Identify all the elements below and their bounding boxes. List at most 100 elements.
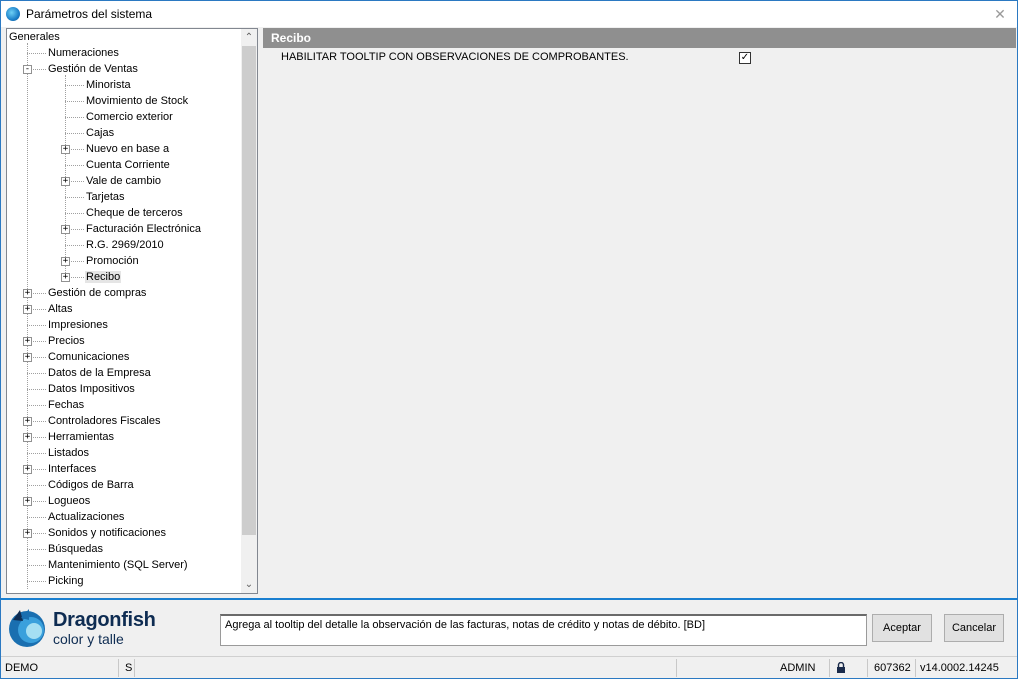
tree-item-label: Comercio exterior — [86, 111, 173, 123]
tree-item-label: Minorista — [86, 79, 131, 91]
tree-item[interactable]: Gestión de compras — [47, 286, 147, 302]
tree-item-label: Cuenta Corriente — [86, 159, 170, 171]
tree-connector-line — [27, 453, 46, 454]
expand-icon[interactable]: + — [61, 257, 70, 266]
tree-item-label: Numeraciones — [48, 47, 119, 59]
tree-item[interactable]: Logueos — [47, 494, 91, 510]
tree-item-label: Datos Impositivos — [48, 383, 135, 395]
expand-icon[interactable]: + — [23, 417, 32, 426]
tree-item[interactable]: Mantenimiento (SQL Server) — [47, 558, 189, 574]
tree-item-label: Nuevo en base a — [86, 143, 170, 155]
expand-icon[interactable]: + — [23, 337, 32, 346]
tree-item[interactable]: Numeraciones — [47, 46, 120, 62]
tree-item-label: Gestión de Ventas — [48, 63, 138, 75]
tree-item[interactable]: Fechas — [47, 398, 85, 414]
tree-connector-line — [27, 53, 46, 54]
scroll-up-icon[interactable]: ⌃ — [241, 29, 257, 46]
expand-icon[interactable]: + — [61, 145, 70, 154]
accept-button[interactable]: Aceptar — [872, 614, 932, 642]
tree-item[interactable]: Promoción — [85, 254, 140, 270]
tree-connector-line — [27, 581, 46, 582]
tree-item[interactable]: Minorista — [85, 78, 132, 94]
tree-item[interactable]: Recibo — [85, 270, 122, 286]
close-button[interactable]: ✕ — [991, 5, 1009, 23]
tree-item[interactable]: Herramientas — [47, 430, 115, 446]
expand-icon[interactable]: + — [61, 225, 70, 234]
tooltip-option-checkbox[interactable]: ✓ — [739, 52, 751, 64]
tree-item[interactable]: Sonidos y notificaciones — [47, 526, 167, 542]
tree-connector-line — [65, 245, 84, 246]
footer-area: Dragonfish color y talle Agrega al toolt… — [1, 598, 1017, 656]
expand-icon[interactable]: + — [23, 433, 32, 442]
tree-item[interactable]: Datos de la Empresa — [47, 366, 152, 382]
expand-icon[interactable]: + — [23, 529, 32, 538]
tree-item[interactable]: Facturación Electrónica — [85, 222, 202, 238]
tree-item[interactable]: Actualizaciones — [47, 510, 125, 526]
tree-item[interactable]: Nuevo en base a — [85, 142, 170, 158]
tree-item-label: Fechas — [48, 399, 85, 411]
expand-icon[interactable]: + — [61, 273, 70, 282]
title-bar: Parámetros del sistema ✕ — [1, 1, 1017, 27]
expand-icon[interactable]: + — [23, 305, 32, 314]
tree-item-label: Tarjetas — [86, 191, 125, 203]
tree-item[interactable]: Cajas — [85, 126, 115, 142]
status-number: 607362 — [870, 659, 916, 677]
tree-connector-line — [65, 165, 84, 166]
app-logo-icon — [6, 7, 20, 21]
status-version: v14.0002.14245 — [920, 662, 999, 674]
tree-item[interactable]: Altas — [47, 302, 73, 318]
tree-root-item[interactable]: Generales — [9, 31, 60, 43]
tree-connector-line — [65, 85, 84, 86]
tree-connector-line — [27, 565, 46, 566]
tree-item[interactable]: Listados — [47, 446, 90, 462]
tooltip-option-label: HABILITAR TOOLTIP CON OBSERVACIONES DE C… — [281, 51, 629, 63]
tree-item-label: Búsquedas — [48, 543, 104, 555]
tree-item[interactable]: Tarjetas — [85, 190, 126, 206]
tree-scrollbar[interactable]: ⌃ ⌄ — [241, 29, 257, 593]
scroll-down-icon[interactable]: ⌄ — [241, 576, 257, 593]
tree-item-label: Sonidos y notificaciones — [48, 527, 167, 539]
status-user: ADMIN — [776, 659, 830, 677]
tree-item[interactable]: Cheque de terceros — [85, 206, 184, 222]
collapse-icon[interactable]: - — [23, 65, 32, 74]
tree-item[interactable]: Comunicaciones — [47, 350, 130, 366]
expand-icon[interactable]: + — [23, 353, 32, 362]
tree-connector-line — [27, 485, 46, 486]
tree-item-label: Actualizaciones — [48, 511, 125, 523]
tree-item-label: Herramientas — [48, 431, 115, 443]
tree-item-label: Promoción — [86, 255, 139, 267]
expand-icon[interactable]: + — [23, 497, 32, 506]
tree-item[interactable]: Comercio exterior — [85, 110, 174, 126]
tree-item[interactable]: R.G. 2969/2010 — [85, 238, 165, 254]
tree-item[interactable]: Datos Impositivos — [47, 382, 136, 398]
tree-item-label: R.G. 2969/2010 — [86, 239, 164, 251]
tree-item[interactable]: Vale de cambio — [85, 174, 162, 190]
tree-item[interactable]: Movimiento de Stock — [85, 94, 189, 110]
status-lock — [832, 659, 868, 677]
expand-icon[interactable]: + — [23, 465, 32, 474]
parameters-tree[interactable]: Generales Numeraciones - Gestión de Ventas… — [6, 28, 258, 594]
tree-item[interactable]: Gestión de Ventas — [47, 62, 139, 78]
tree-item[interactable]: Controladores Fiscales — [47, 414, 162, 430]
tree-item[interactable]: Interfaces — [47, 462, 97, 478]
tree-item[interactable]: Búsquedas — [47, 542, 104, 558]
tree-item[interactable]: Impresiones — [47, 318, 109, 334]
tree-item-label: Facturación Electrónica — [86, 223, 201, 235]
tree-item-label: Altas — [48, 303, 73, 315]
tree-item-label: Cajas — [86, 127, 115, 139]
tree-item-label: Vale de cambio — [86, 175, 162, 187]
tree-item-label: Comunicaciones — [48, 351, 130, 363]
expand-icon[interactable]: + — [61, 177, 70, 186]
cancel-button[interactable]: Cancelar — [944, 614, 1004, 642]
tree-item[interactable]: Picking — [47, 574, 84, 590]
scroll-thumb[interactable] — [242, 46, 256, 535]
tree-item[interactable]: Códigos de Barra — [47, 478, 135, 494]
tree-item-label: Listados — [48, 447, 89, 459]
tree-item[interactable]: Cuenta Corriente — [85, 158, 171, 174]
tree-connector-line — [65, 213, 84, 214]
option-description: Agrega al tooltip del detalle la observa… — [220, 614, 867, 646]
tree-connector-line — [65, 117, 84, 118]
expand-icon[interactable]: + — [23, 289, 32, 298]
tree-item[interactable]: Precios — [47, 334, 86, 350]
dragonfish-logo-icon — [9, 609, 45, 647]
